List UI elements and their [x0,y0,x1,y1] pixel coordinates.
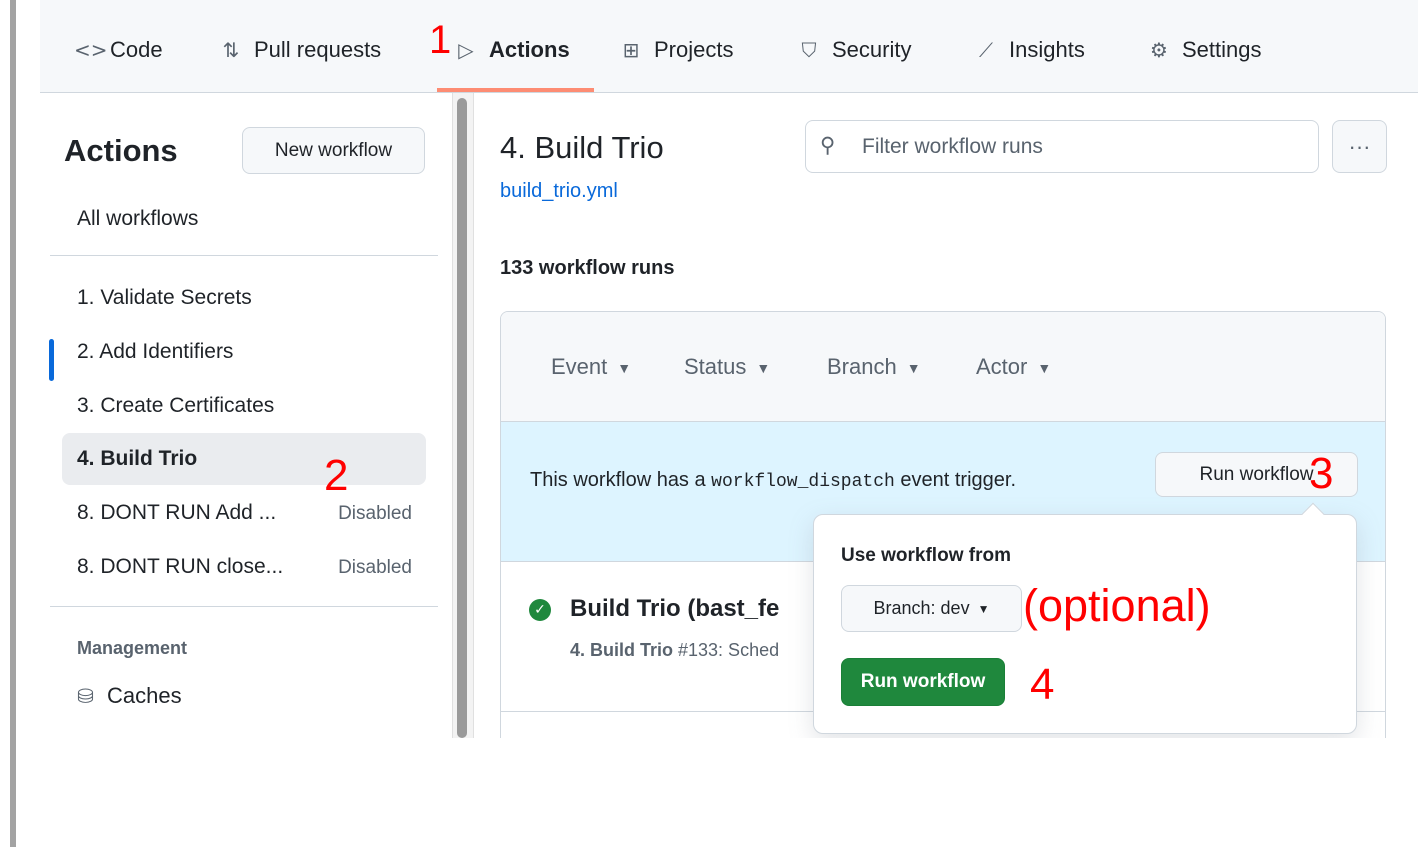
workflow-label: 4. Build Trio [77,447,198,470]
workflow-label: 2. Add Identifiers [77,340,234,363]
run-subtitle: 4. Build Trio #133: Sched [570,640,780,660]
filter-workflow-runs[interactable]: ⚲ [805,120,1319,173]
shield-icon: ⛉ [801,38,817,62]
workflow-title: 4. Build Trio [500,130,664,165]
annotation-step-2: 2 [324,451,349,500]
caches-label: Caches [107,683,182,708]
sidebar-item-caches[interactable]: ⛁ Caches [77,683,182,709]
event-filter-dropdown[interactable]: Event ▼ [551,354,631,380]
actions-sidebar: Actions New workflow All workflows 1. Va… [40,93,454,738]
run-title[interactable]: Build Trio (bast_fe [570,595,779,623]
sidebar-item-add-identifiers[interactable]: 2. Add Identifiers [62,326,426,378]
tab-insights[interactable]: ⟋ Insights [973,30,1085,70]
annotation-step-1: 1 [429,18,452,62]
repo-nav: <> Code ⇅ Pull requests ▷ Actions ⊞ Proj… [40,0,1418,93]
caret-down-icon: ▼ [617,360,632,377]
tab-security[interactable]: ⛉ Security [796,30,912,70]
tab-actions[interactable]: ▷ Actions [453,30,570,70]
play-circle-icon: ▷ [458,38,474,62]
disabled-badge: Disabled [338,557,412,578]
sidebar-title: Actions [64,133,178,168]
disabled-badge: Disabled [338,503,412,524]
kebab-horizontal-icon: ··· [1348,133,1371,159]
status-filter-dropdown[interactable]: Status ▼ [684,354,770,380]
dispatch-event-code: workflow_dispatch [711,472,895,492]
check-circle-icon: ✓ [529,599,551,621]
dropdown-label: Actor [976,354,1028,379]
workflow-file-link[interactable]: build_trio.yml [500,180,618,203]
git-pull-request-icon: ⇅ [222,38,240,62]
caret-down-icon: ▼ [977,601,990,616]
annotation-step-3: 3 [1309,449,1334,498]
dropdown-label: Event [551,354,608,379]
filter-input[interactable] [862,131,1302,163]
table-icon: ⊞ [622,38,640,62]
tab-pull-requests[interactable]: ⇅ Pull requests [218,30,382,70]
dropdown-label: Status [684,354,747,379]
branch-select-button[interactable]: Branch: dev ▼ [841,585,1022,632]
github-actions-page: <> Code ⇅ Pull requests ▷ Actions ⊞ Proj… [40,0,1418,738]
sidebar-item-validate-secrets[interactable]: 1. Validate Secrets [62,272,426,324]
window-edge [10,0,16,847]
caret-down-icon: ▼ [906,360,921,377]
sidebar-item-build-trio[interactable]: 4. Build Trio [62,433,426,485]
runs-filter-bar: Event ▼ Status ▼ Branch ▼ Actor ▼ [501,312,1385,422]
sidebar-divider [50,606,438,607]
new-workflow-button[interactable]: New workflow [242,127,425,174]
tab-label: Projects [654,37,734,62]
more-options-button[interactable]: ··· [1332,120,1387,173]
sidebar-item-create-certificates[interactable]: 3. Create Certificates [62,380,426,432]
workflow-label: 3. Create Certificates [77,394,275,417]
management-heading: Management [77,638,188,658]
confirm-run-workflow-button[interactable]: Run workflow [841,658,1005,706]
dispatch-message: This workflow has a workflow_dispatch ev… [530,469,1016,492]
actor-filter-dropdown[interactable]: Actor ▼ [976,354,1051,380]
graph-icon: ⟋ [979,38,993,62]
caret-down-icon: ▼ [756,360,771,377]
search-icon: ⚲ [820,133,836,157]
sidebar-item-dont-run-add[interactable]: 8. DONT RUN Add ... Disabled [62,487,426,539]
sidebar-scrollbar-thumb[interactable] [457,98,467,738]
sidebar-divider [50,255,438,256]
tab-label: Actions [489,37,570,62]
tab-label: Settings [1182,37,1262,62]
tab-settings[interactable]: ⚙ Settings [1146,30,1262,70]
sidebar-item-all-workflows[interactable]: All workflows [77,207,198,231]
annotation-optional: (optional) [1023,580,1211,631]
workflow-label: 8. DONT RUN Add ... [77,501,277,524]
tab-label: Pull requests [254,37,382,62]
annotation-step-4: 4 [1030,660,1055,709]
gear-icon: ⚙ [1150,38,1168,62]
caret-down-icon: ▼ [1037,360,1052,377]
sidebar-item-dont-run-close[interactable]: 8. DONT RUN close... Disabled [62,541,426,593]
workflow-label: 1. Validate Secrets [77,286,252,309]
branch-filter-dropdown[interactable]: Branch ▼ [827,354,921,380]
tab-projects[interactable]: ⊞ Projects [618,30,734,70]
active-tab-underline [437,88,594,92]
dropdown-label: Branch [827,354,897,379]
tab-label: Insights [1009,37,1085,62]
workflow-label: 8. DONT RUN close... [77,555,284,578]
runs-count: 133 workflow runs [500,257,675,279]
tab-label: Security [832,37,912,62]
database-icon: ⛁ [77,684,94,708]
selected-indicator [49,339,54,381]
use-workflow-from-heading: Use workflow from [841,545,1011,566]
branch-label: Branch: dev [873,598,970,618]
code-icon: <> [74,38,108,62]
tab-code[interactable]: <> Code [74,30,163,70]
tab-label: Code [110,37,163,62]
